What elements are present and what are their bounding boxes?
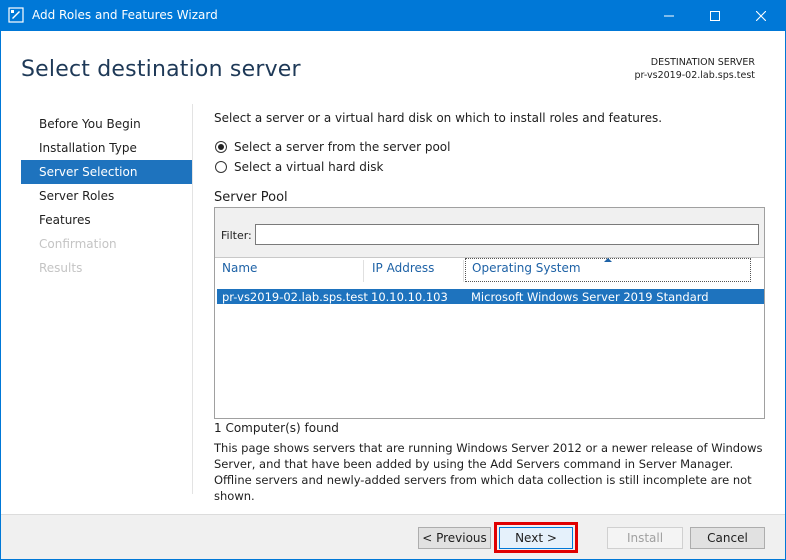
virtual-hard-disk-radio-label[interactable]: Select a virtual hard disk xyxy=(234,160,383,174)
option-server-pool[interactable]: Select a server from the server pool xyxy=(215,140,451,154)
filter-label: Filter: xyxy=(221,229,252,242)
next-button-highlight xyxy=(494,522,578,553)
step-confirmation: Confirmation xyxy=(39,237,117,251)
step-results: Results xyxy=(39,261,83,275)
column-separator[interactable] xyxy=(463,260,464,282)
column-header-ip-address[interactable]: IP Address xyxy=(372,261,434,275)
intro-text: Select a server or a virtual hard disk o… xyxy=(214,111,663,125)
server-pool-description: This page shows servers that are running… xyxy=(214,441,763,503)
title-bar: Add Roles and Features Wizard xyxy=(0,0,786,31)
step-features[interactable]: Features xyxy=(21,208,192,232)
wizard-app-icon xyxy=(8,7,24,23)
page-title: Select destination server xyxy=(21,57,301,82)
minimize-button[interactable] xyxy=(646,0,692,31)
table-row[interactable]: pr-vs2019-02.lab.sps.test 10.10.10.103 M… xyxy=(217,289,764,304)
install-button: Install xyxy=(607,527,683,549)
step-installation-type[interactable]: Installation Type xyxy=(21,136,192,160)
server-pool-radio-label[interactable]: Select a server from the server pool xyxy=(234,140,451,154)
server-pool-title: Server Pool xyxy=(214,190,288,205)
minimize-icon xyxy=(664,15,674,16)
maximize-button[interactable] xyxy=(692,0,738,31)
destination-server-name: pr-vs2019-02.lab.sps.test xyxy=(634,70,756,81)
sort-ascending-icon xyxy=(604,258,612,262)
cancel-button[interactable]: Cancel xyxy=(690,527,765,549)
column-header-operating-system[interactable]: Operating System xyxy=(472,261,581,275)
wizard-steps-sidebar: Before You Begin Installation Type Serve… xyxy=(21,112,192,280)
server-pool-panel: Filter: Name IP Address Operating System… xyxy=(214,207,765,419)
sidebar-divider xyxy=(192,104,193,494)
window-title: Add Roles and Features Wizard xyxy=(32,8,218,22)
option-virtual-hard-disk[interactable]: Select a virtual hard disk xyxy=(215,160,383,174)
close-icon xyxy=(756,10,766,21)
destination-server-label: DESTINATION SERVER xyxy=(650,57,755,68)
step-server-selection[interactable]: Server Selection xyxy=(21,160,192,184)
filter-input[interactable] xyxy=(255,224,759,245)
column-separator[interactable] xyxy=(363,260,364,282)
server-os-cell: Microsoft Windows Server 2019 Standard xyxy=(471,290,709,304)
column-header-name[interactable]: Name xyxy=(222,261,257,275)
maximize-icon xyxy=(710,10,720,21)
filter-bar: Filter: xyxy=(215,208,764,258)
server-name-cell: pr-vs2019-02.lab.sps.test xyxy=(222,290,368,304)
computers-found-count: 1 Computer(s) found xyxy=(214,421,339,435)
step-server-roles[interactable]: Server Roles xyxy=(21,184,192,208)
step-before-you-begin[interactable]: Before You Begin xyxy=(21,112,192,136)
virtual-hard-disk-radio[interactable] xyxy=(215,161,227,173)
server-pool-radio[interactable] xyxy=(215,141,227,153)
close-button[interactable] xyxy=(738,0,784,31)
previous-button[interactable]: < Previous xyxy=(418,527,491,549)
server-ip-cell: 10.10.10.103 xyxy=(371,290,448,304)
